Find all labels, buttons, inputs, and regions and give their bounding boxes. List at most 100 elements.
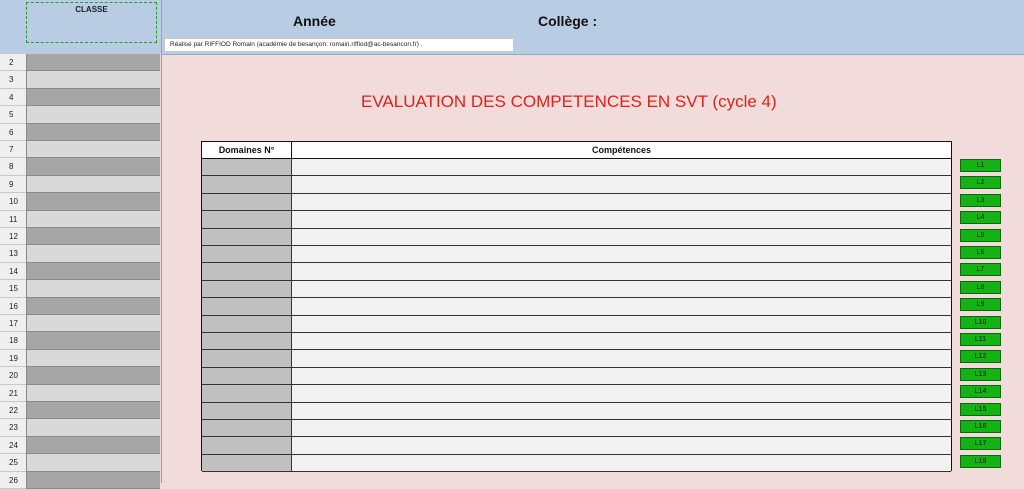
- sheet-row[interactable]: 10: [0, 193, 161, 211]
- row-number[interactable]: 26: [0, 471, 26, 489]
- domaine-cell[interactable]: [202, 280, 292, 298]
- domaine-cell[interactable]: [202, 437, 292, 454]
- level-button-l12[interactable]: L12: [960, 350, 1001, 364]
- row-number[interactable]: 15: [0, 280, 26, 298]
- row-cell[interactable]: [26, 193, 160, 211]
- row-number[interactable]: 3: [0, 71, 26, 89]
- row-number[interactable]: 20: [0, 367, 26, 385]
- level-button-l2[interactable]: L2: [960, 176, 1001, 190]
- row-cell[interactable]: [26, 106, 160, 124]
- row-cell[interactable]: [26, 123, 160, 141]
- sheet-row[interactable]: 16: [0, 297, 161, 315]
- sheet-row[interactable]: 12: [0, 228, 161, 246]
- level-button-l10[interactable]: L10: [960, 315, 1001, 329]
- row-number[interactable]: 24: [0, 436, 26, 455]
- row-cell[interactable]: [26, 297, 160, 315]
- level-button-l5[interactable]: L5: [960, 228, 1001, 242]
- row-number[interactable]: 13: [0, 245, 26, 263]
- competence-cell[interactable]: [292, 333, 951, 350]
- competence-cell[interactable]: [292, 193, 951, 211]
- domaine-cell[interactable]: [202, 367, 292, 385]
- domaine-cell[interactable]: [202, 402, 292, 419]
- level-button-l14[interactable]: L14: [960, 385, 1001, 399]
- row-cell[interactable]: [26, 280, 160, 298]
- row-number[interactable]: 12: [0, 228, 26, 246]
- competence-cell[interactable]: [292, 298, 951, 315]
- row-number[interactable]: 17: [0, 315, 26, 333]
- row-number[interactable]: 22: [0, 402, 26, 420]
- sheet-row[interactable]: 15: [0, 280, 161, 298]
- level-button-l6[interactable]: L6: [960, 246, 1001, 259]
- competence-cell[interactable]: [292, 228, 951, 245]
- level-button-l18[interactable]: L18: [960, 454, 1001, 468]
- row-number[interactable]: 5: [0, 106, 26, 124]
- level-button-l1[interactable]: L1: [960, 159, 1001, 172]
- sheet-row[interactable]: 5: [0, 106, 161, 124]
- competence-cell[interactable]: [292, 402, 951, 419]
- competence-cell[interactable]: [292, 211, 951, 228]
- competence-cell[interactable]: [292, 246, 951, 263]
- row-number[interactable]: 10: [0, 193, 26, 211]
- sheet-row[interactable]: 9: [0, 175, 161, 194]
- row-cell[interactable]: [26, 402, 160, 420]
- sheet-row[interactable]: 11: [0, 210, 161, 228]
- row-number[interactable]: 2: [0, 54, 26, 72]
- level-button-l11[interactable]: L11: [960, 333, 1001, 346]
- row-cell[interactable]: [26, 71, 160, 89]
- sheet-row[interactable]: 21: [0, 384, 161, 402]
- domaine-cell[interactable]: [202, 420, 292, 437]
- sheet-row[interactable]: 22: [0, 402, 161, 420]
- domaine-cell[interactable]: [202, 211, 292, 228]
- sheet-row[interactable]: 2: [0, 54, 161, 72]
- row-cell[interactable]: [26, 245, 160, 263]
- competence-cell[interactable]: [292, 420, 951, 437]
- competence-cell[interactable]: [292, 385, 951, 402]
- row-number[interactable]: 25: [0, 454, 26, 472]
- sheet-row[interactable]: 24: [0, 436, 161, 455]
- domaine-cell[interactable]: [202, 159, 292, 176]
- row-number[interactable]: 9: [0, 175, 26, 194]
- row-number[interactable]: 7: [0, 141, 26, 159]
- domaine-cell[interactable]: [202, 246, 292, 263]
- sheet-row[interactable]: 4: [0, 88, 161, 107]
- sheet-row[interactable]: 14: [0, 262, 161, 281]
- sheet-row[interactable]: 17: [0, 315, 161, 333]
- competence-cell[interactable]: [292, 454, 951, 472]
- sheet-row[interactable]: 26: [0, 471, 161, 489]
- level-button-l3[interactable]: L3: [960, 193, 1001, 207]
- row-cell[interactable]: [26, 315, 160, 333]
- competence-cell[interactable]: [292, 176, 951, 193]
- row-number[interactable]: 16: [0, 297, 26, 315]
- row-cell[interactable]: [26, 54, 160, 72]
- row-cell[interactable]: [26, 175, 160, 194]
- row-cell[interactable]: [26, 228, 160, 246]
- row-cell[interactable]: [26, 454, 160, 472]
- domaine-cell[interactable]: [202, 176, 292, 193]
- level-button-l9[interactable]: L9: [960, 298, 1001, 312]
- row-cell[interactable]: [26, 436, 160, 455]
- sheet-row[interactable]: 23: [0, 419, 161, 437]
- row-cell[interactable]: [26, 210, 160, 228]
- row-cell[interactable]: [26, 384, 160, 402]
- sheet-row[interactable]: 3: [0, 71, 161, 89]
- domaine-cell[interactable]: [202, 333, 292, 350]
- row-cell[interactable]: [26, 332, 160, 350]
- sheet-row[interactable]: 25: [0, 454, 161, 472]
- domaine-cell[interactable]: [202, 350, 292, 367]
- row-cell[interactable]: [26, 158, 160, 176]
- row-number[interactable]: 21: [0, 384, 26, 402]
- row-number[interactable]: 11: [0, 210, 26, 228]
- classe-selection-box[interactable]: CLASSE: [26, 2, 157, 43]
- level-button-l15[interactable]: L15: [960, 402, 1001, 416]
- domaine-cell[interactable]: [202, 298, 292, 315]
- row-cell[interactable]: [26, 88, 160, 107]
- row-number[interactable]: 14: [0, 262, 26, 281]
- competence-cell[interactable]: [292, 437, 951, 454]
- sheet-row[interactable]: 6: [0, 123, 161, 141]
- level-button-l4[interactable]: L4: [960, 211, 1001, 225]
- sheet-row[interactable]: 19: [0, 349, 161, 368]
- sheet-row[interactable]: 18: [0, 332, 161, 350]
- row-number[interactable]: 8: [0, 158, 26, 176]
- sheet-row[interactable]: 7: [0, 141, 161, 159]
- row-cell[interactable]: [26, 262, 160, 281]
